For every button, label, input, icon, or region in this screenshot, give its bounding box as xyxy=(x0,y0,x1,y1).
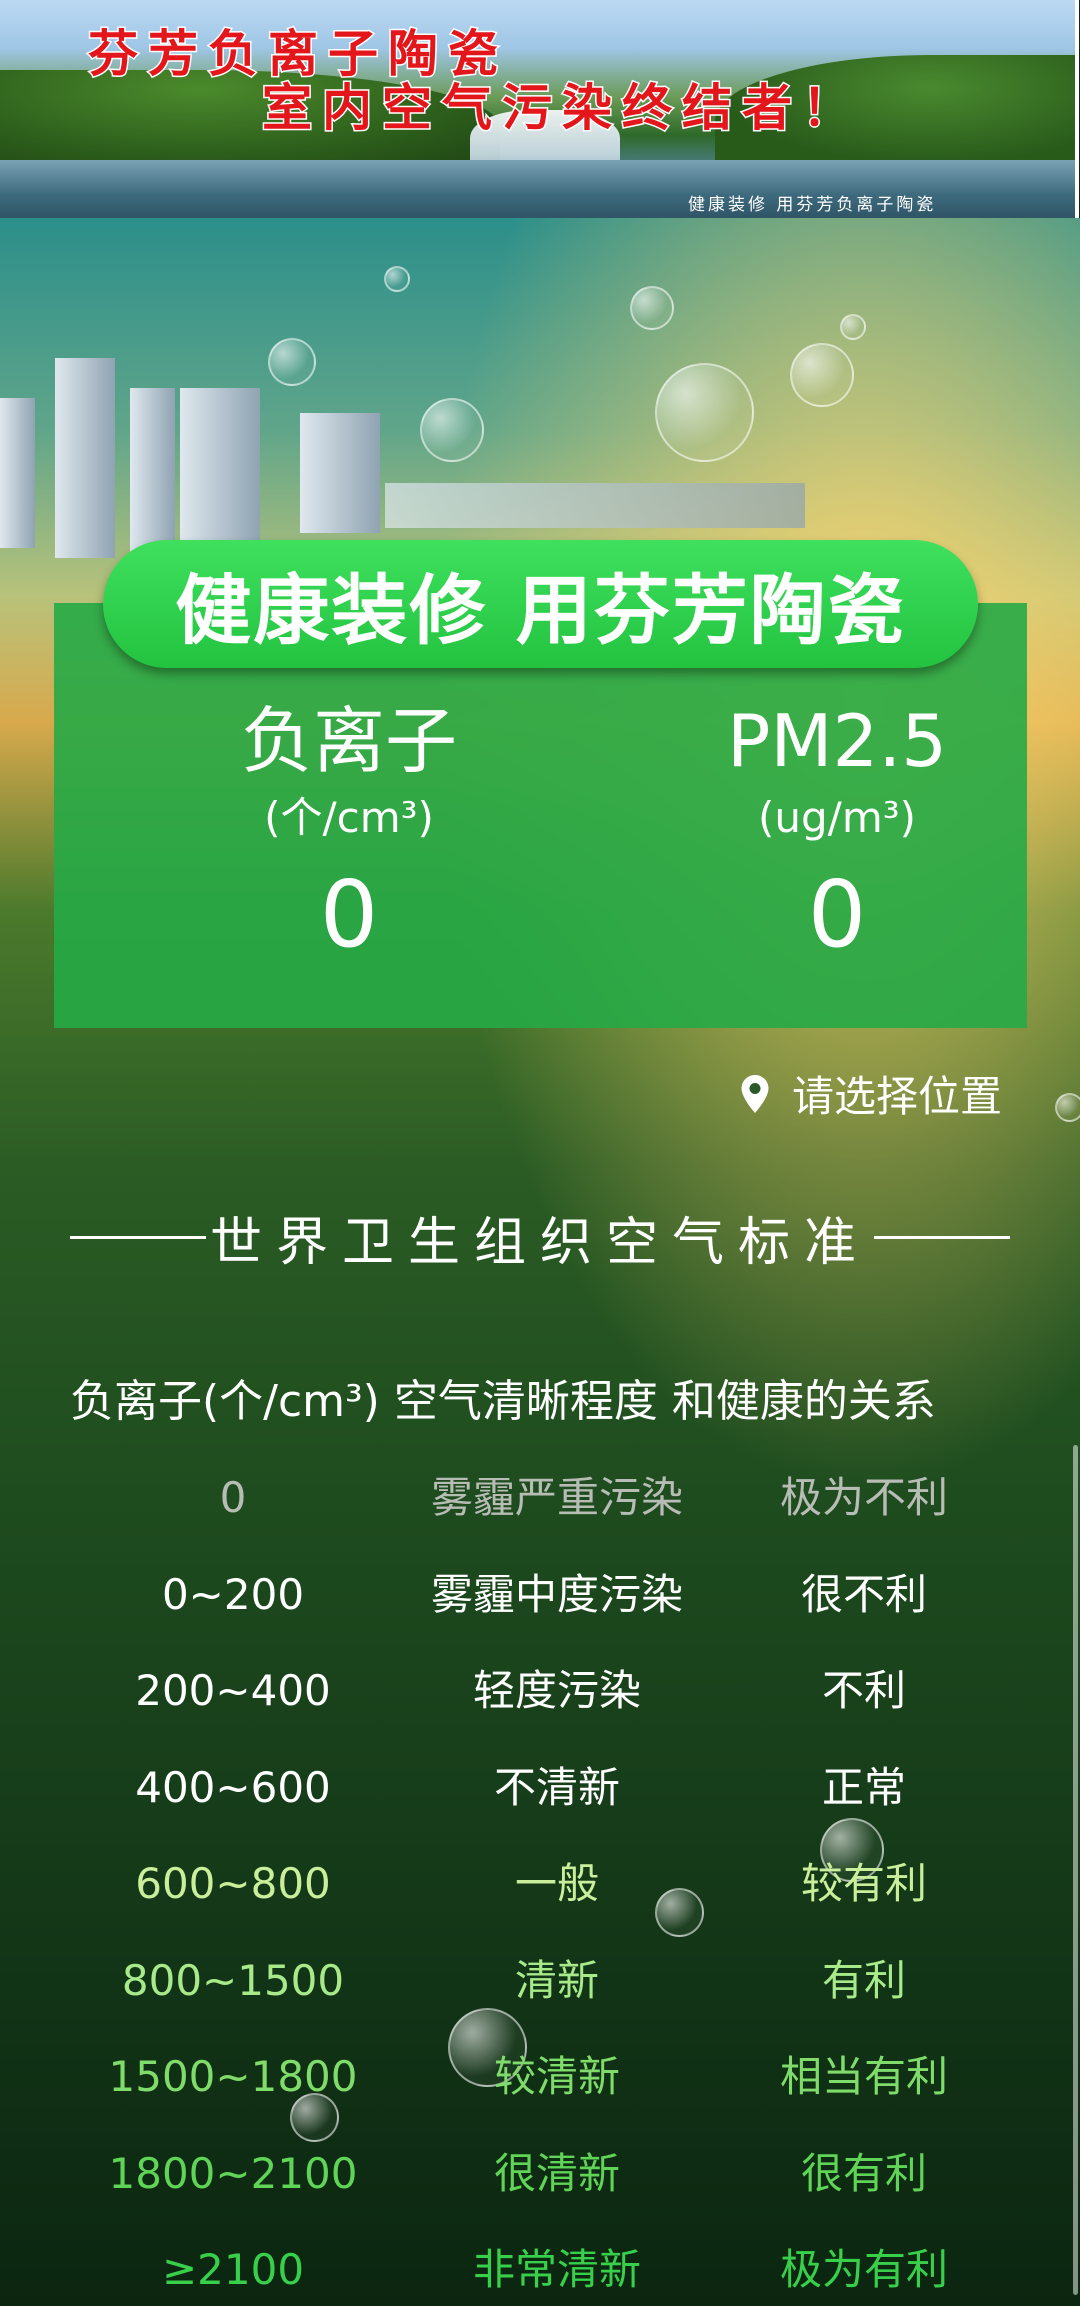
ion-range-cell: 800~1500 xyxy=(121,1955,345,2005)
divider-line xyxy=(70,1235,206,1239)
city-skyline xyxy=(180,388,260,548)
who-standard-heading: 世界卫生组织空气标准 xyxy=(70,1202,1011,1273)
bubble-decoration xyxy=(1055,1093,1080,1122)
table-row: 0 雾霾严重污染 极为不利 xyxy=(0,1450,1080,1547)
air-clarity-cell: 清新 xyxy=(514,1955,600,2005)
health-relation-cell: 极为不利 xyxy=(779,1473,949,1522)
air-clarity-cell: 雾霾严重污染 xyxy=(430,1473,684,1522)
negative-ion-value: 0 xyxy=(319,861,379,968)
headline-banner: 健康装修 用芬芳陶瓷 xyxy=(103,540,978,668)
negative-ion-title: 负离子 xyxy=(240,699,457,783)
table-row: 400~600 不清新 正常 xyxy=(0,1740,1080,1837)
health-relation-cell: 很不利 xyxy=(800,1569,928,1619)
bubble-decoration xyxy=(790,343,854,407)
scrollbar[interactable] xyxy=(1073,1445,1078,2295)
air-clarity-cell: 很清新 xyxy=(493,2148,621,2198)
health-relation-cell: 较有利 xyxy=(800,1859,928,1908)
negative-ion-unit: (个/cm³) xyxy=(264,793,434,842)
health-relation-cell: 很有利 xyxy=(800,2148,928,2198)
pm25-value: 0 xyxy=(807,861,867,968)
air-standard-table: 0 雾霾严重污染 极为不利 0~200 雾霾中度污染 很不利 200~400 轻度污染 不利 40… xyxy=(0,1450,1080,2319)
air-clarity-cell: 较清新 xyxy=(493,2052,621,2101)
who-standard-title: 世界卫生组织空气标准 xyxy=(210,1212,871,1273)
city-skyline xyxy=(300,413,380,533)
banner-caption: 健康装修 用芬芳负离子陶瓷 xyxy=(688,195,937,215)
ion-range-cell: 0~200 xyxy=(161,1569,305,1619)
ion-range-cell: 200~400 xyxy=(135,1666,331,1715)
location-pin-icon xyxy=(741,1074,769,1113)
table-header: 负离子(个/cm³) 空气清晰程度 和健康的关系 xyxy=(70,1376,936,1427)
ion-range-cell: 0 xyxy=(219,1473,247,1522)
air-clarity-cell: 一般 xyxy=(514,1859,600,1908)
health-relation-cell: 有利 xyxy=(821,1955,907,2005)
health-relation-cell: 相当有利 xyxy=(779,2052,949,2101)
health-relation-cell: 极为有利 xyxy=(779,2245,949,2294)
bubble-decoration xyxy=(268,338,316,386)
health-relation-cell: 正常 xyxy=(821,1762,907,1812)
location-label: 请选择位置 xyxy=(792,1072,1003,1121)
bubble-decoration xyxy=(630,286,674,330)
health-relation-cell: 不利 xyxy=(821,1666,907,1715)
table-row: 1500~1800 较清新 相当有利 xyxy=(0,2029,1080,2126)
select-location-button[interactable]: 请选择位置 xyxy=(740,1063,1002,1124)
ion-range-cell: 400~600 xyxy=(135,1762,331,1812)
city-skyline xyxy=(385,483,805,528)
city-skyline xyxy=(0,398,35,548)
pm25-title: PM2.5 xyxy=(726,699,948,783)
negative-ion-metric: 负离子 (个/cm³) 0 xyxy=(149,698,549,970)
pm25-metric: PM2.5 (ug/m³) 0 xyxy=(637,698,1037,970)
top-banner: 芬芳负离子陶瓷 室内空气污染终结者！ 健康装修 用芬芳负离子陶瓷 xyxy=(0,0,1079,218)
table-row: 1800~2100 很清新 很有利 xyxy=(0,2126,1080,2223)
table-row: 600~800 一般 较有利 xyxy=(0,1836,1080,1933)
table-row: 800~1500 清新 有利 xyxy=(0,1933,1080,2030)
ion-range-cell: 600~800 xyxy=(135,1859,331,1908)
ion-range-cell: 1500~1800 xyxy=(108,2052,358,2101)
banner-title-line2: 室内空气污染终结者！ xyxy=(261,77,862,139)
air-clarity-cell: 不清新 xyxy=(493,1762,621,1812)
city-skyline xyxy=(55,358,115,558)
air-clarity-cell: 非常清新 xyxy=(472,2245,642,2294)
bubble-decoration xyxy=(840,314,866,340)
air-clarity-cell: 轻度污染 xyxy=(472,1666,642,1715)
pm25-unit: (ug/m³) xyxy=(758,793,916,842)
table-row: 200~400 轻度污染 不利 xyxy=(0,1643,1080,1740)
divider-line xyxy=(874,1235,1011,1239)
city-skyline xyxy=(130,388,175,553)
bubble-decoration xyxy=(655,363,754,462)
table-row: ≥2100 非常清新 极为有利 xyxy=(0,2222,1080,2319)
bubble-decoration xyxy=(420,398,484,462)
bottom-edge xyxy=(0,2306,1080,2319)
ion-range-cell: ≥2100 xyxy=(161,2245,305,2294)
table-row: 0~200 雾霾中度污染 很不利 xyxy=(0,1547,1080,1644)
ion-range-cell: 1800~2100 xyxy=(108,2148,358,2198)
bubble-decoration xyxy=(384,266,410,292)
air-clarity-cell: 雾霾中度污染 xyxy=(430,1569,684,1619)
